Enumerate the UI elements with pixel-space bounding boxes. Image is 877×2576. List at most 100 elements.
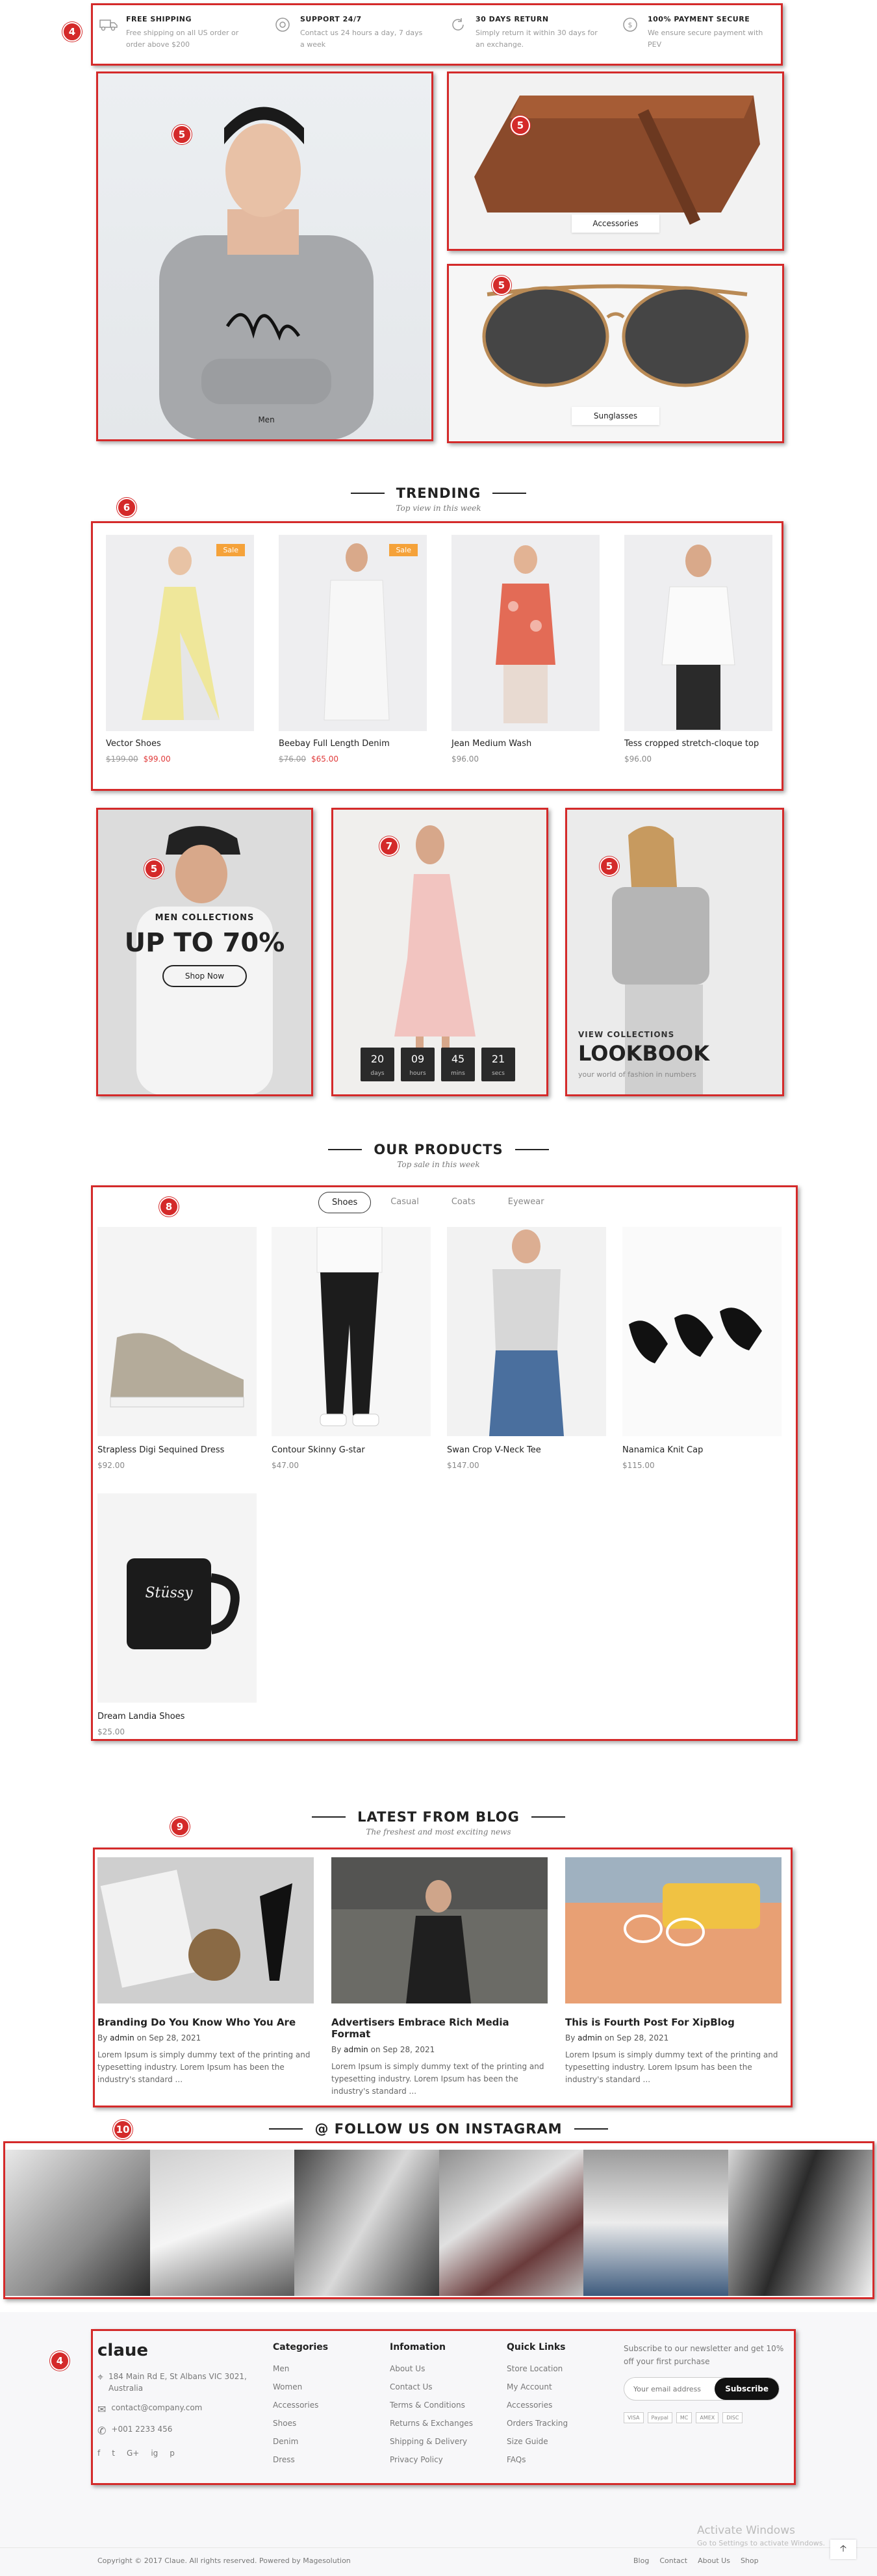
product-image[interactable]	[272, 1227, 431, 1436]
footer-email[interactable]: contact@company.com	[111, 2403, 202, 2415]
product-name[interactable]: Tess cropped stretch-cloque top	[624, 739, 759, 749]
amex-icon: AMEX	[696, 2412, 719, 2423]
product-card[interactable]: Sale Beebay Full Length Denim $76.00 $65.…	[279, 535, 427, 769]
annotation-badge: 10	[113, 2120, 133, 2139]
product-image[interactable]: Sale	[106, 535, 254, 731]
newsletter-email-input[interactable]	[624, 2378, 715, 2400]
product-image[interactable]	[624, 535, 772, 731]
footer-link[interactable]: Terms & Conditions	[390, 2401, 473, 2410]
blog-image[interactable]	[565, 1857, 782, 2003]
blog-post[interactable]: Branding Do You Know Who You Are By admi…	[97, 1857, 314, 2086]
blog-excerpt: Lorem Ipsum is simply dummy text of the …	[97, 2050, 311, 2084]
copyright: Copyright © 2017 Claue. All rights reser…	[97, 2557, 351, 2565]
product-name[interactable]: Jean Medium Wash	[451, 739, 531, 749]
pinterest-icon[interactable]: p	[170, 2449, 175, 2458]
product-image[interactable]	[622, 1227, 782, 1436]
product-name[interactable]: Swan Crop V-Neck Tee	[447, 1445, 541, 1455]
annotation-badge: 4	[50, 2351, 70, 2371]
product-card[interactable]: Jean Medium Wash $96.00	[451, 535, 600, 769]
svg-text:$: $	[628, 21, 633, 29]
product-price: $147.00	[447, 1461, 479, 1470]
back-to-top-button[interactable]: 🡡	[830, 2540, 856, 2559]
product-name[interactable]: Dream Landia Shoes	[97, 1712, 184, 1721]
bottom-link-contact[interactable]: Contact	[659, 2557, 687, 2565]
footer-link[interactable]: Denim	[273, 2437, 328, 2446]
footer-link[interactable]: Size Guide	[507, 2437, 568, 2446]
footer-link[interactable]: Shipping & Delivery	[390, 2437, 473, 2446]
product-name[interactable]: Contour Skinny G-star	[272, 1445, 365, 1455]
arrow-up-icon: 🡡	[839, 2544, 847, 2554]
product-card[interactable]: Swan Crop V-Neck Tee $147.00	[447, 1227, 606, 1474]
product-image[interactable]: Sale	[279, 535, 427, 731]
footer-newsletter: Subscribe to our newsletter and get 10% …	[624, 2342, 786, 2423]
product-name[interactable]: Strapless Digi Sequined Dress	[97, 1445, 224, 1455]
footer-link[interactable]: My Account	[507, 2382, 568, 2391]
twitter-icon[interactable]: t	[112, 2449, 115, 2458]
footer-logo[interactable]: claue	[97, 2341, 247, 2360]
annotation-badge: 9	[170, 1817, 190, 1836]
product-image[interactable]	[447, 1227, 606, 1436]
old-price: $199.00	[106, 754, 138, 764]
bottom-link-about[interactable]: About Us	[698, 2557, 730, 2565]
footer-link[interactable]: Accessories	[273, 2401, 328, 2410]
product-image[interactable]	[451, 535, 600, 731]
blog-post[interactable]: Advertisers Embrace Rich Media Format By…	[331, 1857, 548, 2098]
annotation-badge: 8	[159, 1197, 179, 1217]
section-subtitle: Top sale in this week	[397, 1160, 480, 1169]
footer-link[interactable]: About Us	[390, 2364, 473, 2373]
subscribe-button[interactable]: Subscribe	[715, 2378, 779, 2400]
product-name[interactable]: Vector Shoes	[106, 739, 161, 749]
footer-link[interactable]: Dress	[273, 2455, 328, 2464]
blog-image[interactable]	[331, 1857, 548, 2003]
footer-link[interactable]: Shoes	[273, 2419, 328, 2428]
footer-link[interactable]: FAQs	[507, 2455, 568, 2464]
footer-link[interactable]: Privacy Policy	[390, 2455, 473, 2464]
product-name[interactable]: Beebay Full Length Denim	[279, 739, 390, 749]
bottom-link-blog[interactable]: Blog	[633, 2557, 649, 2565]
footer-link[interactable]: Store Location	[507, 2364, 568, 2373]
service-secure-payment: $ 100% PAYMENT SECURE We ensure secure pa…	[620, 3, 771, 62]
svg-text:Stüssy: Stüssy	[145, 1585, 193, 1601]
tab-eyewear[interactable]: Eyewear	[495, 1192, 557, 1213]
activate-sub: Go to Settings to activate Windows.	[697, 2539, 826, 2547]
product-card[interactable]: Tess cropped stretch-cloque top $96.00	[624, 535, 772, 769]
product-card[interactable]: Nanamica Knit Cap $115.00	[622, 1227, 782, 1474]
facebook-icon[interactable]: f	[97, 2449, 100, 2458]
footer-link[interactable]: Orders Tracking	[507, 2419, 568, 2428]
product-image[interactable]: Stüssy	[97, 1493, 257, 1703]
blog-title[interactable]: Branding Do You Know Who You Are	[97, 2016, 314, 2028]
footer-link[interactable]: Accessories	[507, 2401, 568, 2410]
promo-men-frame	[96, 808, 313, 1096]
blog-accessories-image	[565, 1857, 782, 2003]
service-text: Contact us 24 hours a day, 7 days a week	[300, 29, 423, 49]
footer-link[interactable]: Returns & Exchanges	[390, 2419, 473, 2428]
mail-icon: ✉	[97, 2403, 107, 2415]
product-image[interactable]	[97, 1227, 257, 1436]
blog-title[interactable]: Advertisers Embrace Rich Media Format	[331, 2016, 548, 2040]
product-card[interactable]: Contour Skinny G-star $47.00	[272, 1227, 431, 1474]
footer-col-title: Categories	[273, 2342, 329, 2352]
product-card[interactable]: Strapless Digi Sequined Dress $92.00	[97, 1227, 257, 1474]
tab-coats[interactable]: Coats	[438, 1192, 489, 1213]
product-name[interactable]: Nanamica Knit Cap	[622, 1445, 703, 1455]
instagram-icon[interactable]: ig	[151, 2449, 158, 2458]
footer-link[interactable]: Women	[273, 2382, 328, 2391]
white-dress-image	[324, 543, 390, 721]
sale-badge: Sale	[389, 544, 418, 556]
footer-col-title: Infomation	[390, 2342, 446, 2352]
blog-post[interactable]: This is Fourth Post For XipBlog By admin…	[565, 1857, 782, 2086]
footer-link[interactable]: Contact Us	[390, 2382, 473, 2391]
google-plus-icon[interactable]: G+	[127, 2449, 139, 2458]
footer-link[interactable]: Men	[273, 2364, 328, 2373]
our-products-heading: OUR PRODUCTS Top sale in this week	[0, 1140, 877, 1169]
bottom-link-shop[interactable]: Shop	[741, 2557, 759, 2565]
blog-title[interactable]: This is Fourth Post For XipBlog	[565, 2016, 782, 2028]
tab-shoes[interactable]: Shoes	[318, 1192, 372, 1213]
sale-price: $65.00	[311, 754, 338, 764]
old-price: $76.00	[279, 754, 306, 764]
blog-image[interactable]	[97, 1857, 314, 2003]
product-card[interactable]: Stüssy Dream Landia Shoes $25.00	[97, 1493, 257, 1740]
tab-casual[interactable]: Casual	[377, 1192, 432, 1213]
product-card[interactable]: Sale Vector Shoes $199.00 $99.00	[106, 535, 254, 769]
product-price: $115.00	[622, 1461, 655, 1470]
